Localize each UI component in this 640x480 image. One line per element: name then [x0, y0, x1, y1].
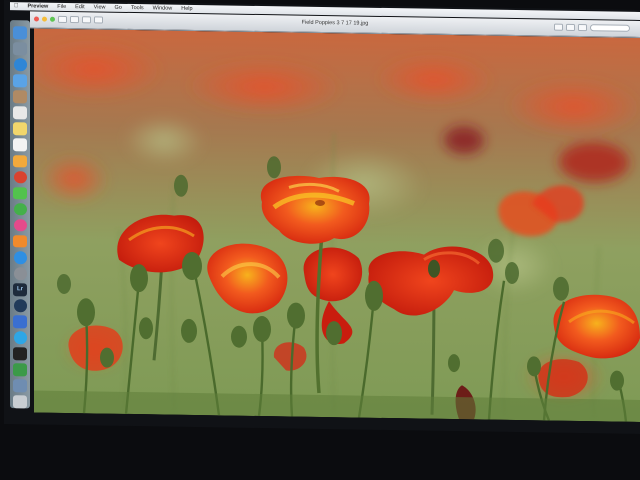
notes-icon[interactable]: [13, 122, 27, 136]
monitor-screen:  Preview File Edit View Go Tools Window…: [4, 0, 640, 434]
system-preferences-icon[interactable]: [13, 267, 27, 280]
photos-icon[interactable]: [13, 154, 27, 168]
toolbar-right: [554, 23, 630, 32]
calendar-icon[interactable]: [13, 106, 27, 120]
menu-file[interactable]: File: [57, 4, 66, 10]
dropbox-icon[interactable]: [13, 315, 27, 329]
steam-icon[interactable]: [13, 299, 27, 313]
poppy-field-photo: [34, 28, 640, 422]
mail-icon[interactable]: [13, 74, 27, 88]
menu-edit[interactable]: Edit: [75, 4, 84, 10]
rotate-button[interactable]: [566, 23, 575, 31]
menu-view[interactable]: View: [94, 4, 106, 10]
terminal-icon[interactable]: [13, 347, 27, 361]
markup-button[interactable]: [554, 23, 563, 31]
lightroom-label: Lr: [17, 286, 23, 293]
finder-icon[interactable]: [13, 26, 27, 40]
poppy-field-image: [34, 28, 640, 422]
search-input[interactable]: [590, 24, 630, 32]
safari-icon[interactable]: [13, 58, 27, 72]
annotate-button[interactable]: [578, 24, 587, 32]
menu-window[interactable]: Window: [153, 5, 173, 11]
appstore-icon[interactable]: [13, 251, 27, 264]
contacts-icon[interactable]: [13, 90, 27, 104]
trash-icon[interactable]: [13, 395, 27, 409]
facetime-icon[interactable]: [13, 202, 27, 216]
reminders-icon[interactable]: [13, 138, 27, 152]
preview-icon[interactable]: [13, 379, 27, 393]
skype-icon[interactable]: [13, 331, 27, 345]
menu-app-preview[interactable]: Preview: [28, 3, 49, 9]
ibooks-icon[interactable]: [13, 234, 27, 248]
dock: Lr: [10, 20, 30, 409]
menu-help[interactable]: Help: [181, 6, 192, 12]
chrome-icon[interactable]: [13, 170, 27, 184]
activity-monitor-icon[interactable]: [13, 363, 27, 377]
launchpad-icon[interactable]: [13, 42, 27, 56]
menu-go[interactable]: Go: [114, 5, 121, 11]
lightroom-icon[interactable]: Lr: [13, 283, 27, 297]
messages-icon[interactable]: [13, 186, 27, 200]
apple-menu-icon[interactable]: : [14, 3, 19, 9]
itunes-icon[interactable]: [13, 218, 27, 232]
menu-tools[interactable]: Tools: [131, 5, 144, 11]
